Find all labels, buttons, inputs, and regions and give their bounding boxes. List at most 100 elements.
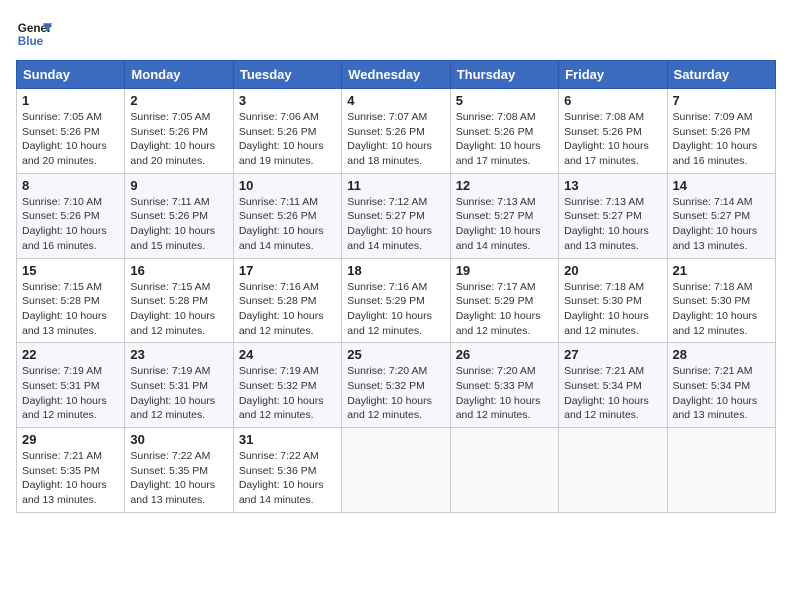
day-info: Sunrise: 7:05 AMSunset: 5:26 PMDaylight:…: [22, 110, 119, 169]
day-info: Sunrise: 7:16 AMSunset: 5:29 PMDaylight:…: [347, 280, 444, 339]
day-info: Sunrise: 7:14 AMSunset: 5:27 PMDaylight:…: [673, 195, 770, 254]
day-number: 8: [22, 178, 119, 193]
weekday-header: Tuesday: [233, 61, 341, 89]
day-number: 25: [347, 347, 444, 362]
day-info: Sunrise: 7:21 AMSunset: 5:34 PMDaylight:…: [564, 364, 661, 423]
calendar-cell: 25 Sunrise: 7:20 AMSunset: 5:32 PMDayligh…: [342, 343, 450, 428]
calendar-cell: 30Sunrise: 7:22 AMSunset: 5:35 PMDayligh…: [125, 428, 233, 513]
day-info: Sunrise: 7:06 AMSunset: 5:26 PMDaylight:…: [239, 110, 336, 169]
calendar-week-row: 1 Sunrise: 7:05 AMSunset: 5:26 PMDaylight…: [17, 89, 776, 174]
calendar-cell: 7 Sunrise: 7:09 AMSunset: 5:26 PMDaylight…: [667, 89, 775, 174]
calendar-cell: 9Sunrise: 7:11 AMSunset: 5:26 PMDaylight…: [125, 173, 233, 258]
calendar-week-row: 8 Sunrise: 7:10 AMSunset: 5:26 PMDaylight…: [17, 173, 776, 258]
calendar-cell: 28 Sunrise: 7:21 AMSunset: 5:34 PMDayligh…: [667, 343, 775, 428]
logo-icon: General Blue: [16, 16, 52, 52]
calendar-cell: 16 Sunrise: 7:15 AMSunset: 5:28 PMDayligh…: [125, 258, 233, 343]
day-info: Sunrise: 7:10 AMSunset: 5:26 PMDaylight:…: [22, 195, 119, 254]
calendar-week-row: 29 Sunrise: 7:21 AMSunset: 5:35 PMDayligh…: [17, 428, 776, 513]
calendar-cell: 2 Sunrise: 7:05 AMSunset: 5:26 PMDaylight…: [125, 89, 233, 174]
day-info: Sunrise: 7:15 AMSunset: 5:28 PMDaylight:…: [130, 280, 227, 339]
weekday-header: Sunday: [17, 61, 125, 89]
calendar-cell: 5 Sunrise: 7:08 AMSunset: 5:26 PMDaylight…: [450, 89, 558, 174]
logo: General Blue: [16, 16, 52, 52]
calendar-table: SundayMondayTuesdayWednesdayThursdayFrid…: [16, 60, 776, 513]
day-number: 4: [347, 93, 444, 108]
header: General Blue: [16, 16, 776, 52]
calendar-cell: 26Sunrise: 7:20 AMSunset: 5:33 PMDayligh…: [450, 343, 558, 428]
day-number: 17: [239, 263, 336, 278]
calendar-cell: 31 Sunrise: 7:22 AMSunset: 5:36 PMDayligh…: [233, 428, 341, 513]
day-info: Sunrise: 7:09 AMSunset: 5:26 PMDaylight:…: [673, 110, 770, 169]
day-number: 18: [347, 263, 444, 278]
calendar-cell: [667, 428, 775, 513]
calendar-cell: 21Sunrise: 7:18 AMSunset: 5:30 PMDayligh…: [667, 258, 775, 343]
day-info: Sunrise: 7:05 AMSunset: 5:26 PMDaylight:…: [130, 110, 227, 169]
calendar-cell: 8 Sunrise: 7:10 AMSunset: 5:26 PMDaylight…: [17, 173, 125, 258]
calendar-cell: [450, 428, 558, 513]
day-number: 3: [239, 93, 336, 108]
day-info: Sunrise: 7:18 AMSunset: 5:30 PMDaylight:…: [673, 280, 770, 339]
calendar-cell: 14 Sunrise: 7:14 AMSunset: 5:27 PMDayligh…: [667, 173, 775, 258]
day-info: Sunrise: 7:19 AMSunset: 5:31 PMDaylight:…: [130, 364, 227, 423]
calendar-cell: [342, 428, 450, 513]
calendar-header-row: SundayMondayTuesdayWednesdayThursdayFrid…: [17, 61, 776, 89]
calendar-cell: 12Sunrise: 7:13 AMSunset: 5:27 PMDayligh…: [450, 173, 558, 258]
weekday-header: Wednesday: [342, 61, 450, 89]
day-info: Sunrise: 7:17 AMSunset: 5:29 PMDaylight:…: [456, 280, 553, 339]
day-info: Sunrise: 7:20 AMSunset: 5:33 PMDaylight:…: [456, 364, 553, 423]
day-number: 14: [673, 178, 770, 193]
calendar-cell: 1 Sunrise: 7:05 AMSunset: 5:26 PMDaylight…: [17, 89, 125, 174]
day-info: Sunrise: 7:21 AMSunset: 5:34 PMDaylight:…: [673, 364, 770, 423]
day-info: Sunrise: 7:22 AMSunset: 5:35 PMDaylight:…: [130, 449, 227, 508]
calendar-cell: 15 Sunrise: 7:15 AMSunset: 5:28 PMDayligh…: [17, 258, 125, 343]
svg-text:Blue: Blue: [18, 35, 44, 48]
weekday-header: Friday: [559, 61, 667, 89]
day-info: Sunrise: 7:13 AMSunset: 5:27 PMDaylight:…: [456, 195, 553, 254]
day-info: Sunrise: 7:21 AMSunset: 5:35 PMDaylight:…: [22, 449, 119, 508]
day-number: 5: [456, 93, 553, 108]
calendar-cell: [559, 428, 667, 513]
day-number: 2: [130, 93, 227, 108]
day-info: Sunrise: 7:22 AMSunset: 5:36 PMDaylight:…: [239, 449, 336, 508]
calendar-cell: 23Sunrise: 7:19 AMSunset: 5:31 PMDayligh…: [125, 343, 233, 428]
weekday-header: Saturday: [667, 61, 775, 89]
day-number: 31: [239, 432, 336, 447]
day-info: Sunrise: 7:16 AMSunset: 5:28 PMDaylight:…: [239, 280, 336, 339]
day-number: 22: [22, 347, 119, 362]
day-info: Sunrise: 7:15 AMSunset: 5:28 PMDaylight:…: [22, 280, 119, 339]
day-number: 28: [673, 347, 770, 362]
calendar-cell: 24Sunrise: 7:19 AMSunset: 5:32 PMDayligh…: [233, 343, 341, 428]
day-info: Sunrise: 7:19 AMSunset: 5:31 PMDaylight:…: [22, 364, 119, 423]
day-number: 1: [22, 93, 119, 108]
calendar-week-row: 22 Sunrise: 7:19 AMSunset: 5:31 PMDayligh…: [17, 343, 776, 428]
day-info: Sunrise: 7:13 AMSunset: 5:27 PMDaylight:…: [564, 195, 661, 254]
day-info: Sunrise: 7:11 AMSunset: 5:26 PMDaylight:…: [130, 195, 227, 254]
day-info: Sunrise: 7:11 AMSunset: 5:26 PMDaylight:…: [239, 195, 336, 254]
day-number: 7: [673, 93, 770, 108]
calendar-cell: 22 Sunrise: 7:19 AMSunset: 5:31 PMDayligh…: [17, 343, 125, 428]
day-number: 16: [130, 263, 227, 278]
day-number: 10: [239, 178, 336, 193]
day-number: 13: [564, 178, 661, 193]
day-number: 6: [564, 93, 661, 108]
day-number: 29: [22, 432, 119, 447]
calendar-cell: 27 Sunrise: 7:21 AMSunset: 5:34 PMDayligh…: [559, 343, 667, 428]
calendar-cell: 10 Sunrise: 7:11 AMSunset: 5:26 PMDayligh…: [233, 173, 341, 258]
day-info: Sunrise: 7:07 AMSunset: 5:26 PMDaylight:…: [347, 110, 444, 169]
day-number: 19: [456, 263, 553, 278]
day-info: Sunrise: 7:20 AMSunset: 5:32 PMDaylight:…: [347, 364, 444, 423]
day-number: 27: [564, 347, 661, 362]
calendar-cell: 13 Sunrise: 7:13 AMSunset: 5:27 PMDayligh…: [559, 173, 667, 258]
calendar-cell: 4 Sunrise: 7:07 AMSunset: 5:26 PMDaylight…: [342, 89, 450, 174]
day-info: Sunrise: 7:12 AMSunset: 5:27 PMDaylight:…: [347, 195, 444, 254]
day-number: 11: [347, 178, 444, 193]
calendar-week-row: 15 Sunrise: 7:15 AMSunset: 5:28 PMDayligh…: [17, 258, 776, 343]
weekday-header: Monday: [125, 61, 233, 89]
day-number: 20: [564, 263, 661, 278]
day-number: 15: [22, 263, 119, 278]
day-info: Sunrise: 7:08 AMSunset: 5:26 PMDaylight:…: [456, 110, 553, 169]
day-info: Sunrise: 7:08 AMSunset: 5:26 PMDaylight:…: [564, 110, 661, 169]
day-number: 24: [239, 347, 336, 362]
calendar-cell: 11 Sunrise: 7:12 AMSunset: 5:27 PMDayligh…: [342, 173, 450, 258]
calendar-cell: 3 Sunrise: 7:06 AMSunset: 5:26 PMDaylight…: [233, 89, 341, 174]
